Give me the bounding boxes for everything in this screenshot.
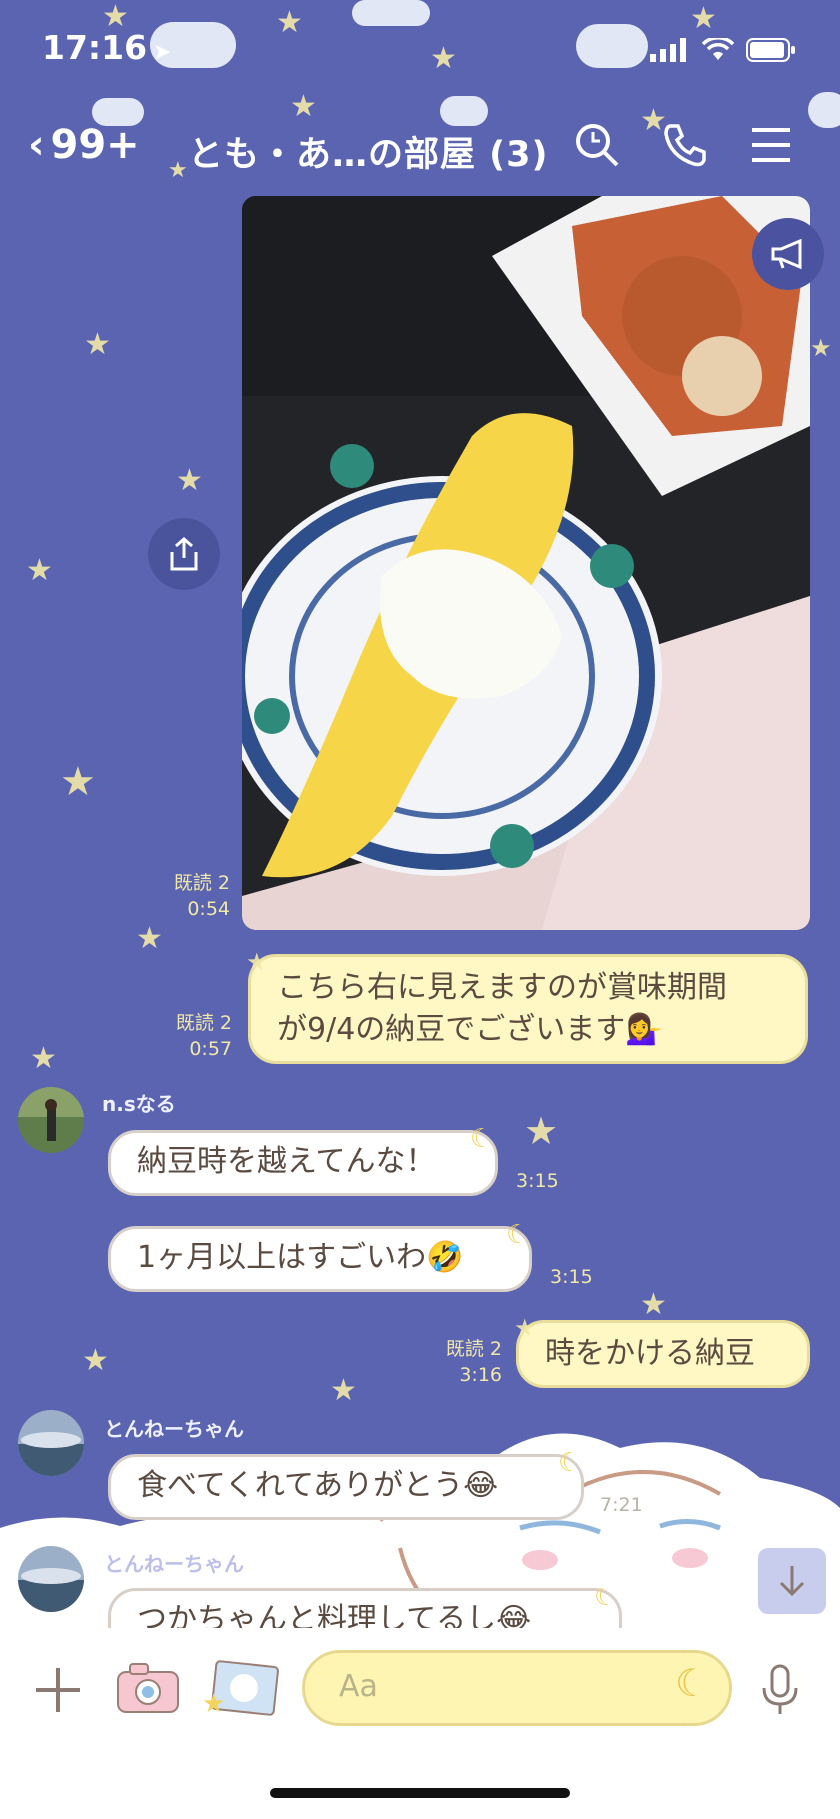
search-icon[interactable] — [574, 122, 620, 168]
moon-icon: ☾ — [506, 1220, 530, 1250]
message-text-line: が9/4の納豆でございます💁‍♀️ — [277, 1012, 663, 1047]
announcement-button[interactable] — [752, 218, 824, 290]
mic-icon[interactable] — [760, 1664, 800, 1716]
phone-icon[interactable] — [662, 122, 708, 168]
star-decoration: ★ — [60, 759, 96, 805]
message-text: 食べてくれてありがとう😂 — [137, 1468, 499, 1503]
message-time: 3:15 — [516, 1170, 559, 1192]
star-decoration: ★ — [524, 1109, 559, 1153]
message-text: 1ヶ月以上はすごいわ🤣 — [137, 1240, 464, 1275]
incoming-message-bubble[interactable]: 納豆時を越えてんな！ — [108, 1130, 498, 1196]
location-arrow-icon: ➤ — [153, 40, 172, 65]
chevron-left-icon: ‹ — [28, 122, 45, 168]
arrow-down-icon — [779, 1566, 805, 1597]
star-decoration: ★ — [30, 1041, 57, 1076]
avatar-image — [18, 1087, 84, 1153]
status-time: 17:16 ➤ — [42, 28, 172, 67]
chat-screen: ★ ★ ★ ★ ★ ★ ★ ★ ★ ★ ★ ★ ★ ★ ★ ★ ★ ★ 17:1… — [0, 0, 840, 1819]
message-time: 3:16 — [459, 1364, 502, 1386]
outgoing-message-bubble[interactable]: こちら右に見えますのが賞味期間 が9/4の納豆でございます💁‍♀️ — [248, 954, 808, 1064]
star-decoration: ★ — [136, 921, 163, 956]
back-button[interactable]: ‹ 99+ — [28, 122, 140, 168]
star-decoration: ★ — [514, 1314, 536, 1342]
sender-name: とんねーちゃん — [104, 1552, 244, 1576]
message-time: 0:57 — [189, 1038, 232, 1060]
read-receipt: 既読 2 0:54 — [150, 870, 230, 922]
sender-name: n.sなる — [102, 1092, 176, 1116]
star-decoration: ★ — [640, 1287, 667, 1322]
cloud-decoration — [352, 0, 430, 26]
message-text: つかちゃんと料理してるし😂 — [137, 1602, 532, 1628]
svg-text:★: ★ — [202, 1689, 225, 1719]
star-decoration: ★ — [330, 1373, 357, 1408]
input-placeholder: Aa — [339, 1669, 378, 1704]
menu-icon[interactable] — [750, 122, 792, 168]
cloud-decoration — [576, 24, 648, 68]
message-time: 0:54 — [187, 898, 230, 920]
message-time: 7:21 — [600, 1494, 643, 1516]
incoming-message-bubble[interactable]: 1ヶ月以上はすごいわ🤣 — [108, 1226, 532, 1292]
moon-icon: ☾ — [594, 1588, 618, 1612]
star-decoration: ★ — [276, 5, 303, 40]
moon-icon: ☾ — [470, 1124, 494, 1154]
star-decoration: ★ — [430, 41, 457, 76]
photo-icon[interactable]: ★ — [200, 1658, 282, 1720]
share-icon — [170, 537, 198, 571]
status-icons — [650, 38, 796, 62]
photo-message[interactable] — [242, 196, 810, 930]
clipped-message-area: つかちゃんと料理してるし😂 ☾ — [0, 1588, 840, 1628]
signal-icon — [650, 38, 686, 62]
message-text: 納豆時を越えてんな！ — [137, 1144, 436, 1179]
moon-icon[interactable]: ☾ — [675, 1661, 709, 1705]
incoming-message-bubble[interactable]: 食べてくれてありがとう😂 — [108, 1454, 584, 1520]
scroll-to-bottom-button[interactable] — [758, 1548, 826, 1614]
avatar[interactable] — [18, 1087, 84, 1153]
camera-icon[interactable] — [114, 1660, 182, 1718]
star-decoration: ★ — [26, 553, 53, 588]
plus-icon[interactable] — [34, 1666, 82, 1714]
star-decoration: ★ — [82, 1343, 109, 1378]
incoming-message-bubble[interactable]: つかちゃんと料理してるし😂 — [108, 1588, 622, 1628]
star-decoration: ★ — [176, 463, 203, 498]
star-decoration: ★ — [84, 327, 111, 362]
read-label: 既読 2 — [173, 872, 230, 894]
read-receipt: 既読 2 3:16 — [420, 1336, 502, 1388]
moon-icon: ☾ — [558, 1448, 582, 1478]
unread-count: 99+ — [50, 122, 140, 168]
chat-header: ‹ 99+ とも・あ…の部屋 (3) — [0, 118, 840, 178]
home-indicator[interactable] — [270, 1788, 570, 1798]
outgoing-message-bubble[interactable]: 時をかける納豆 — [516, 1320, 810, 1388]
megaphone-icon — [771, 238, 802, 270]
star-decoration: ★ — [690, 1, 717, 36]
message-input[interactable]: Aa ☾ — [302, 1650, 732, 1726]
message-time: 3:15 — [550, 1266, 593, 1288]
read-receipt: 既読 2 0:57 — [152, 1010, 232, 1062]
chat-title: とも・あ…の部屋 (3) — [188, 135, 549, 175]
read-label: 既読 2 — [175, 1012, 232, 1034]
star-decoration: ★ — [810, 334, 832, 362]
food-photo — [242, 196, 810, 930]
star-decoration: ★ — [246, 948, 268, 976]
message-input-bar: ★ Aa ☾ — [0, 1628, 840, 1819]
share-button[interactable] — [148, 518, 220, 590]
battery-icon — [746, 38, 795, 62]
read-label: 既読 2 — [445, 1338, 502, 1360]
wifi-icon — [702, 38, 734, 60]
message-text: 時をかける納豆 — [545, 1336, 755, 1371]
message-text-line: こちら右に見えますのが賞味期間 — [277, 970, 727, 1005]
